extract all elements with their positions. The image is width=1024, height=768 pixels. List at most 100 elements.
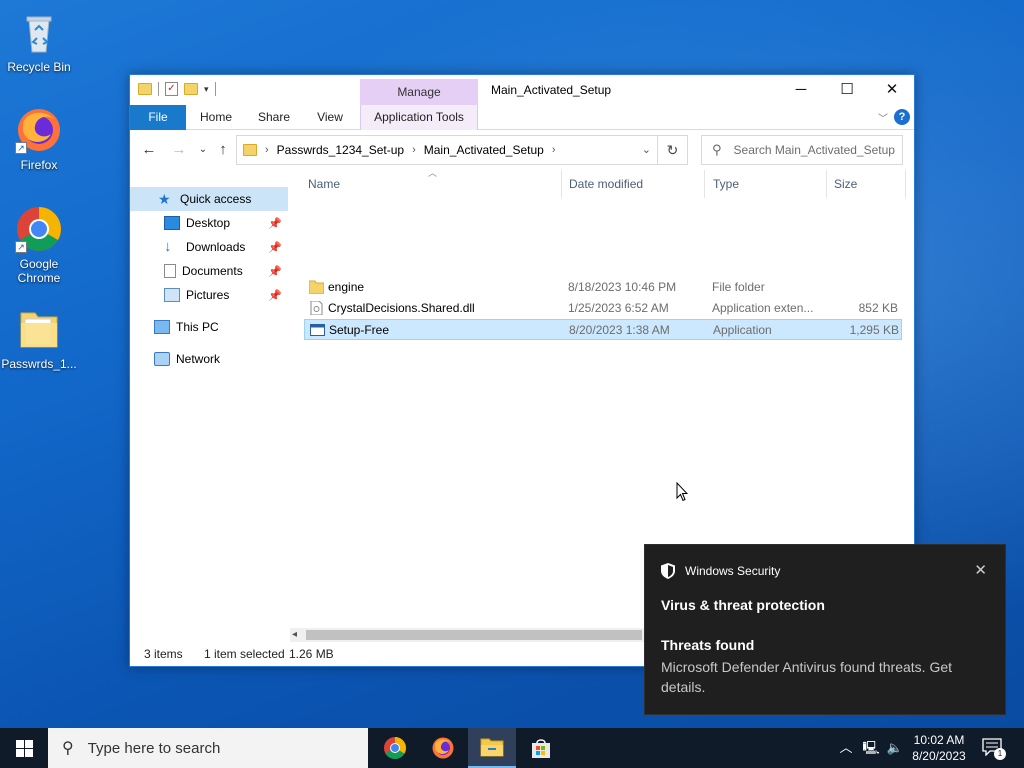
nav-item-label: Quick access [180, 192, 252, 206]
toast-close-button[interactable]: ✕ [974, 561, 987, 579]
desktop-icon-recycle-bin[interactable]: Recycle Bin [1, 8, 77, 74]
horizontal-scrollbar[interactable]: ◂ [290, 628, 644, 642]
file-date: 8/20/2023 1:38 AM [569, 323, 670, 337]
column-header-type[interactable]: Type [705, 170, 827, 198]
toast-body: Microsoft Defender Antivirus found threa… [661, 659, 953, 695]
tab-home[interactable]: Home [194, 105, 238, 130]
action-center-button[interactable]: 1 [982, 738, 1006, 760]
toast-title: Virus & threat protection [661, 597, 825, 613]
column-header-size[interactable]: Size [826, 170, 906, 198]
back-button[interactable]: ← [138, 139, 160, 161]
table-row[interactable]: engine 8/18/2023 10:46 PM File folder [304, 277, 902, 298]
breadcrumb-item[interactable]: Passwrds_1234_Set-up [277, 143, 404, 157]
nav-item-network[interactable]: Network [130, 347, 288, 371]
start-button[interactable] [0, 728, 48, 768]
nav-item-documents[interactable]: Documents 📌 [130, 259, 288, 283]
document-icon [164, 264, 176, 278]
column-header-name[interactable]: Name [300, 170, 562, 198]
folder-icon [138, 83, 152, 95]
pin-icon[interactable]: 📌 [268, 289, 282, 302]
forward-button[interactable]: → [168, 139, 190, 161]
store-icon [532, 739, 550, 758]
taskbar-store[interactable] [517, 728, 565, 768]
notification-count-badge: 1 [994, 748, 1006, 760]
nav-item-label: Pictures [186, 288, 230, 302]
close-button[interactable]: ✕ [869, 75, 915, 105]
column-header-date-modified[interactable]: Date modified [561, 170, 705, 198]
taskbar-search-box[interactable]: ⚲ Type here to search [48, 728, 368, 768]
star-icon: ★ [158, 191, 171, 207]
desktop-icon-passwrds-folder[interactable]: Passwrds_1... [1, 305, 77, 371]
table-row-selected[interactable]: Setup-Free 8/20/2023 1:38 AM Application… [304, 319, 902, 340]
desktop-icon-chrome[interactable]: ↗ Google Chrome [1, 205, 77, 285]
file-type: File folder [712, 280, 765, 294]
dll-icon [310, 301, 323, 315]
scrollbar-thumb[interactable] [306, 630, 642, 640]
shield-icon [661, 563, 675, 579]
volume-icon[interactable]: 🔈 [884, 728, 906, 768]
ribbon-tabs: File Home Share View Application Tools ﹀… [130, 105, 914, 130]
refresh-button[interactable]: ↻ [658, 135, 688, 165]
chevron-right-icon[interactable]: › [552, 144, 556, 156]
customize-qat-icon[interactable]: ▾ [204, 84, 209, 95]
shortcut-arrow-icon: ↗ [15, 241, 27, 253]
tab-file[interactable]: File [130, 105, 186, 130]
nav-item-downloads[interactable]: ↓ Downloads 📌 [130, 235, 288, 259]
nav-item-pictures[interactable]: Pictures 📌 [130, 283, 288, 307]
quick-access-toolbar: ✓ ▾ [138, 82, 216, 96]
chevron-right-icon[interactable]: › [412, 144, 416, 156]
desktop-icon-firefox[interactable]: ↗ Firefox [1, 106, 77, 172]
network-tray-icon[interactable]: 🖳 [860, 728, 882, 768]
up-button[interactable]: ↑ [212, 139, 234, 161]
address-bar[interactable]: › Passwrds_1234_Set-up › Main_Activated_… [236, 135, 658, 165]
scroll-left-icon[interactable]: ◂ [292, 628, 297, 642]
file-type: Application exten... [712, 301, 814, 315]
breadcrumb-item[interactable]: Main_Activated_Setup [424, 143, 544, 157]
file-name: Setup-Free [329, 323, 390, 337]
expand-ribbon-icon[interactable]: ﹀ [878, 110, 888, 125]
search-input[interactable]: ⚲ Search Main_Activated_Setup [701, 135, 903, 165]
recent-locations-button[interactable]: ⌄ [192, 139, 214, 161]
desktop-icon-label: Firefox [20, 158, 58, 172]
tab-share[interactable]: Share [252, 105, 296, 130]
pictures-icon [164, 288, 180, 302]
table-row[interactable]: CrystalDecisions.Shared.dll 1/25/2023 6:… [304, 298, 902, 319]
recycle-bin-icon [15, 8, 63, 56]
show-hidden-icons-button[interactable]: ︿ [836, 728, 856, 768]
file-name: engine [328, 280, 365, 294]
taskbar-chrome[interactable] [371, 728, 419, 768]
nav-item-label: Downloads [186, 240, 246, 254]
clock-time: 10:02 AM [913, 733, 965, 747]
tab-view[interactable]: View [310, 105, 350, 130]
nav-item-desktop[interactable]: Desktop 📌 [130, 211, 288, 235]
folder-icon [243, 144, 257, 156]
minimize-button[interactable]: ─ [778, 75, 824, 105]
help-button[interactable]: ? [894, 109, 910, 125]
address-dropdown-icon[interactable]: ⌄ [642, 143, 651, 156]
pin-icon[interactable]: 📌 [268, 217, 282, 230]
status-item-count: 3 items [144, 647, 183, 661]
maximize-button[interactable]: ☐ [824, 75, 870, 105]
pin-icon[interactable]: 📌 [268, 241, 282, 254]
manage-context-tab: Manage [360, 79, 478, 105]
search-icon: ⚲ [712, 142, 722, 157]
file-explorer-icon [480, 738, 504, 757]
taskbar-firefox[interactable] [419, 728, 467, 768]
taskbar-clock[interactable]: 10:02 AM 8/20/2023 [906, 732, 972, 764]
nav-item-quick-access[interactable]: ★ Quick access [130, 187, 288, 211]
tab-application-tools[interactable]: Application Tools [360, 105, 478, 130]
folder-icon [15, 305, 63, 353]
chevron-right-icon[interactable]: › [265, 144, 269, 156]
firefox-icon [432, 737, 454, 759]
desktop-icon-label: Google Chrome [17, 257, 61, 285]
taskbar-file-explorer[interactable] [468, 728, 516, 768]
title-bar[interactable]: ✓ ▾ Manage Main_Activated_Setup ─ ☐ ✕ [130, 75, 914, 105]
nav-item-this-pc[interactable]: This PC [130, 315, 288, 339]
nav-item-label: Documents [182, 264, 243, 278]
file-date: 1/25/2023 6:52 AM [568, 301, 669, 315]
windows-security-notification[interactable]: Windows Security ✕ Virus & threat protec… [644, 544, 1006, 715]
file-type: Application [713, 323, 772, 337]
properties-icon[interactable]: ✓ [165, 82, 178, 96]
pin-icon[interactable]: 📌 [268, 265, 282, 278]
new-folder-icon[interactable] [184, 83, 198, 95]
